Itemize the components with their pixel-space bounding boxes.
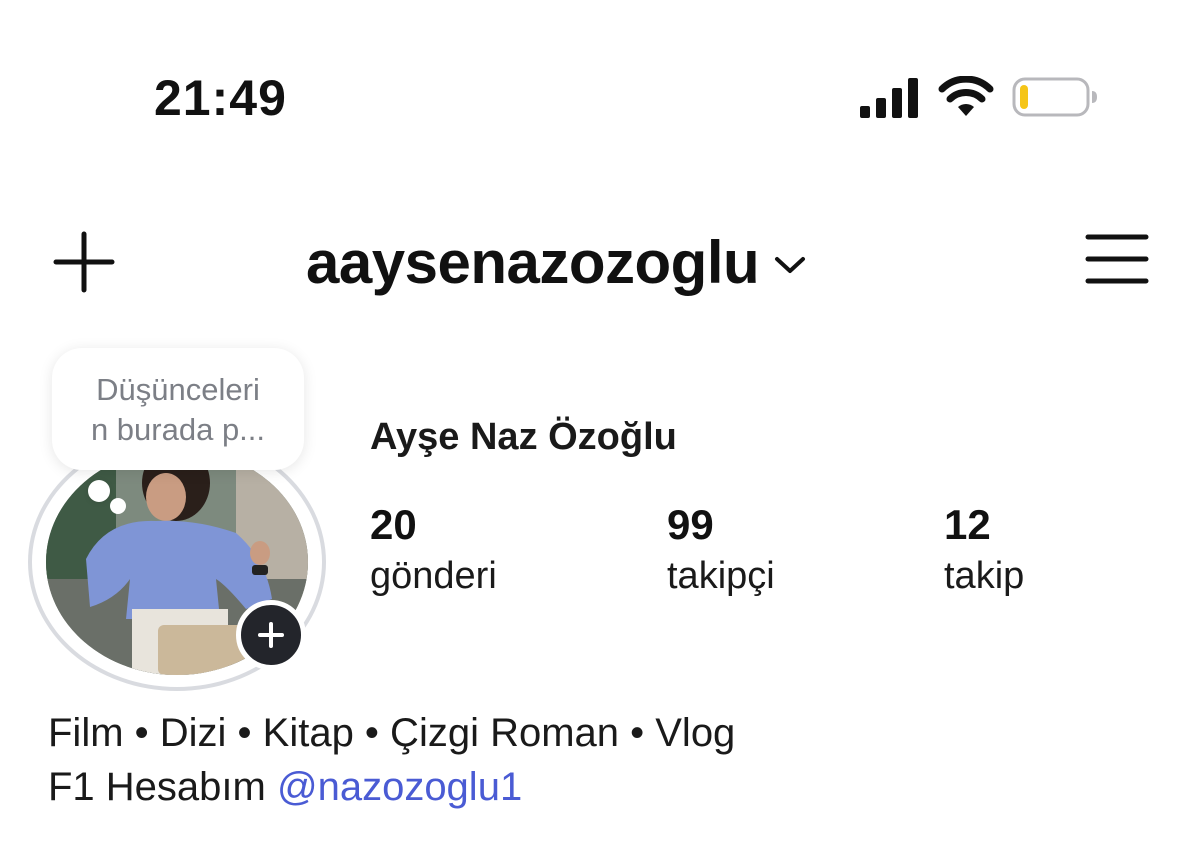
- note-bubble[interactable]: Düşünceleri n burada p...: [52, 348, 304, 470]
- stat-following-label: takip: [944, 555, 1025, 597]
- username: aaysenazozoglu: [306, 229, 760, 296]
- wifi-icon: [938, 76, 994, 116]
- cellular-signal-icon: [860, 78, 918, 118]
- bio-line1: Film • Dizi • Kitap • Çizgi Roman • Vlog: [48, 711, 736, 755]
- chevron-down-icon: [775, 257, 806, 273]
- bio-mention-link[interactable]: @nazozoglu1: [277, 765, 522, 809]
- hamburger-menu-icon[interactable]: [1084, 232, 1150, 286]
- create-plus-icon[interactable]: [52, 230, 116, 294]
- stat-followers-count: 99: [667, 501, 714, 548]
- battery-low-icon: [1012, 77, 1097, 117]
- stat-following[interactable]: 12 takip: [944, 500, 1024, 602]
- note-bubble-tail: [88, 480, 110, 502]
- stat-following-count: 12: [944, 501, 991, 548]
- stat-posts[interactable]: 20 gönderi: [370, 500, 497, 602]
- stat-followers[interactable]: 99 takipçi: [667, 500, 775, 602]
- bio-line2: F1 Hesabım @nazozoglu1: [48, 762, 522, 812]
- instagram-profile-screen: 21:49 aaysenazozoglu Düşünceleri n burad…: [0, 0, 1200, 849]
- note-text-line1: Düşünceleri: [96, 372, 260, 407]
- plus-icon: [258, 622, 284, 648]
- bio-line2-text: F1 Hesabım: [48, 765, 277, 809]
- stat-posts-count: 20: [370, 501, 417, 548]
- add-story-button[interactable]: [236, 600, 306, 670]
- note-bubble-tail-small: [110, 498, 126, 514]
- stat-followers-label: takipçi: [667, 555, 775, 597]
- note-text-line2: n burada p...: [90, 412, 266, 447]
- account-switcher[interactable]: aaysenazozoglu: [306, 228, 807, 298]
- status-time: 21:49: [154, 70, 287, 126]
- stat-posts-label: gönderi: [370, 555, 497, 597]
- display-name: Ayşe Naz Özoğlu: [370, 416, 677, 458]
